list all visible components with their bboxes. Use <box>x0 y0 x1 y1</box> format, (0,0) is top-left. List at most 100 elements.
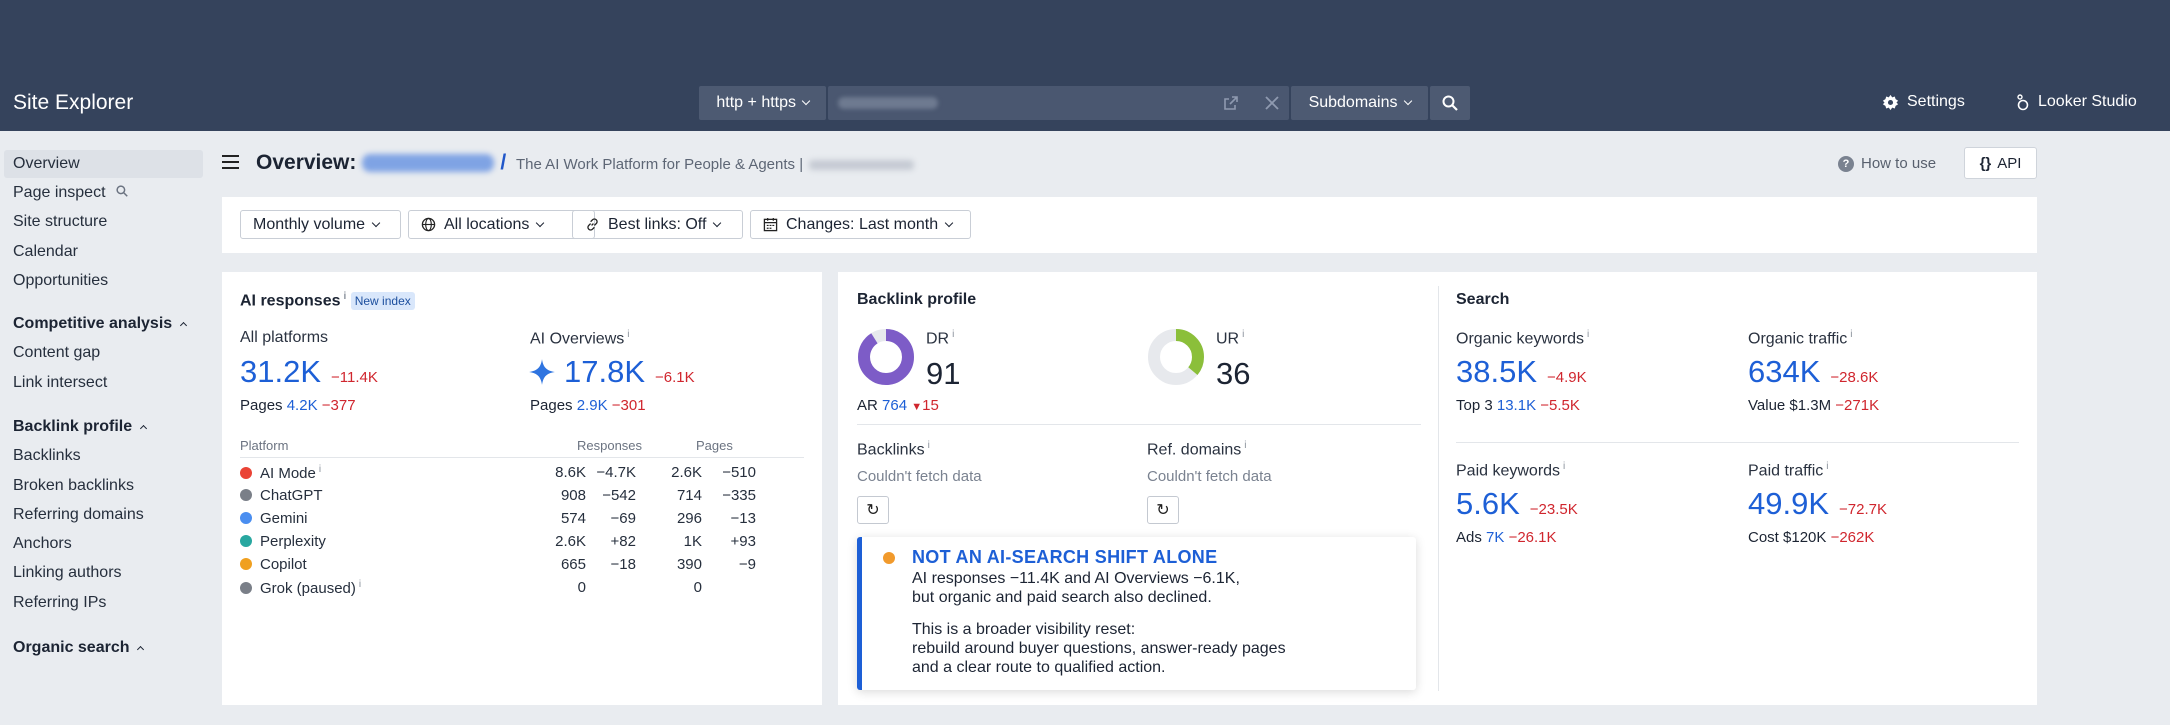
chevron-down-icon <box>713 218 722 227</box>
responses-value[interactable]: 8.6K <box>555 464 586 481</box>
responses-delta: −18 <box>610 556 636 573</box>
external-link-icon[interactable] <box>1223 95 1239 111</box>
callout-text: This is a broader visibility reset: <box>912 621 1136 638</box>
settings-label: Settings <box>1907 93 1965 110</box>
paid-traffic-metric[interactable]: 49.9K −72.7K <box>1748 486 1887 522</box>
settings-button[interactable]: Settings <box>1882 93 1965 111</box>
sidebar-section-competitive-analysis[interactable]: Competitive analysis <box>13 315 187 333</box>
responses-value[interactable]: 2.6K <box>555 533 586 550</box>
protocol-select[interactable]: http + https <box>699 86 827 120</box>
sidebar-item-label: Broken backlinks <box>13 477 134 494</box>
pages-value[interactable]: 1K <box>684 533 702 550</box>
sidebar-item-label: Content gap <box>13 344 101 361</box>
all-platforms-metric[interactable]: 31.2K −11.4K <box>240 354 378 390</box>
ur-label-text: UR <box>1216 330 1240 348</box>
sidebar-item-label: Referring IPs <box>13 594 107 611</box>
ref-domains-label: Ref. domains i <box>1147 440 1247 459</box>
ads-value[interactable]: 7K <box>1486 529 1504 546</box>
perplexity-icon <box>240 535 252 547</box>
sidebar-item-broken-backlinks[interactable]: Broken backlinks <box>13 477 134 495</box>
platform-name: Grok (paused) <box>260 580 356 597</box>
organic-traffic-value: 634K <box>1748 354 1821 389</box>
clear-icon[interactable] <box>1265 96 1279 110</box>
responses-value[interactable]: 574 <box>561 510 586 527</box>
cost-delta: −262K <box>1830 529 1875 546</box>
volume-filter[interactable]: Monthly volume <box>240 210 401 239</box>
sidebar-item-referring-ips[interactable]: Referring IPs <box>13 594 106 612</box>
top-bar: Site Explorer http + https Subdomains Se… <box>0 0 2170 131</box>
all-platforms-label-text: All platforms <box>240 329 329 346</box>
sidebar-item-opportunities[interactable]: Opportunities <box>13 272 108 290</box>
info-icon: i <box>1850 329 1853 340</box>
sidebar-item-label: Referring domains <box>13 506 144 523</box>
backlink-profile-title: Backlink profile <box>857 291 977 308</box>
paid-traffic-value: 49.9K <box>1748 486 1830 521</box>
column-header-platform: Platform <box>240 438 289 453</box>
best-links-filter[interactable]: Best links: Off <box>572 210 743 239</box>
sidebar-item-page-inspect[interactable]: Page inspect <box>13 184 128 202</box>
ar-value[interactable]: 764 <box>882 397 907 414</box>
sidebar-section-backlink-profile[interactable]: Backlink profile <box>13 418 147 436</box>
url-input[interactable] <box>828 86 1289 120</box>
menu-icon[interactable] <box>222 155 239 169</box>
locations-filter[interactable]: All locations <box>408 210 595 239</box>
ai-overviews-delta: −6.1K <box>655 369 695 386</box>
ref-domains-refresh-button[interactable]: ↻ <box>1147 496 1179 524</box>
sidebar-item-anchors[interactable]: Anchors <box>13 535 72 553</box>
refresh-icon: ↻ <box>866 502 880 519</box>
top3-label: Top 3 <box>1456 397 1493 414</box>
organic-traffic-sub: Value $1.3M −271K <box>1748 397 1879 414</box>
api-button[interactable]: {} API <box>1964 147 2037 179</box>
ai-overviews-label: AI Overviews i <box>530 329 629 348</box>
sidebar-item-link-intersect[interactable]: Link intersect <box>13 374 107 392</box>
pages-label: Pages <box>240 397 283 414</box>
google-icon <box>240 467 252 479</box>
traffic-value-delta: −271K <box>1835 397 1880 414</box>
pages-value[interactable]: 390 <box>677 556 702 573</box>
sidebar-item-linking-authors[interactable]: Linking authors <box>13 564 122 582</box>
platform-cell: Grok (paused) i <box>240 579 361 597</box>
sidebar-item-label: Link intersect <box>13 374 108 391</box>
top3-value[interactable]: 13.1K <box>1497 397 1536 414</box>
pages-value[interactable]: 0 <box>694 579 702 596</box>
backlinks-refresh-button[interactable]: ↻ <box>857 496 889 524</box>
sidebar-item-calendar[interactable]: Calendar <box>13 243 78 261</box>
paid-keywords-metric[interactable]: 5.6K −23.5K <box>1456 486 1578 522</box>
organic-traffic-metric[interactable]: 634K −28.6K <box>1748 354 1878 390</box>
subdomains-select[interactable]: Subdomains <box>1290 86 1429 120</box>
chevron-down-icon <box>801 96 811 106</box>
link-icon <box>587 218 598 231</box>
best-links-filter-label: Best links: Off <box>608 215 707 233</box>
how-to-use-link[interactable]: ? How to use <box>1838 155 1936 172</box>
pages-value[interactable]: 2.9K <box>577 397 608 414</box>
pages-value[interactable]: 714 <box>677 487 702 504</box>
looker-studio-button[interactable]: Looker Studio <box>2016 93 2137 111</box>
organic-keywords-sub: Top 3 13.1K −5.5K <box>1456 397 1580 414</box>
callout-text: and a clear route to qualified action. <box>912 659 1166 676</box>
search-button[interactable] <box>1430 86 1470 120</box>
pages-value[interactable]: 2.6K <box>671 464 702 481</box>
pages-value[interactable]: 296 <box>677 510 702 527</box>
responses-value[interactable]: 665 <box>561 556 586 573</box>
responses-value[interactable]: 908 <box>561 487 586 504</box>
sidebar-item-site-structure[interactable]: Site structure <box>13 213 107 231</box>
gemini-icon <box>240 512 252 524</box>
sidebar-item-overview[interactable]: Overview <box>13 155 80 173</box>
chevron-up-icon <box>139 424 147 433</box>
organic-keywords-metric[interactable]: 38.5K −4.9K <box>1456 354 1587 390</box>
ai-overviews-metric[interactable]: 17.8K −6.1K <box>528 354 695 390</box>
sidebar-section-organic-search[interactable]: Organic search <box>13 639 144 657</box>
responses-value[interactable]: 0 <box>578 579 586 596</box>
sidebar-item-referring-domains[interactable]: Referring domains <box>13 506 144 524</box>
chatgpt-icon <box>240 489 252 501</box>
ai-overviews-pages: Pages 2.9K −301 <box>530 397 646 414</box>
platform-cell: ChatGPT <box>240 487 323 504</box>
pages-delta: −377 <box>321 397 356 414</box>
pages-value[interactable]: 4.2K <box>287 397 318 414</box>
sidebar-item-content-gap[interactable]: Content gap <box>13 344 100 362</box>
tagline-text: The AI Work Platform for People & Agents… <box>516 156 804 173</box>
column-header-pages: Pages <box>696 438 733 453</box>
changes-filter[interactable]: Changes: Last month <box>750 210 971 239</box>
ai-responses-card: AI responses i New index All platforms 31… <box>222 272 822 705</box>
sidebar-item-backlinks[interactable]: Backlinks <box>13 447 81 465</box>
